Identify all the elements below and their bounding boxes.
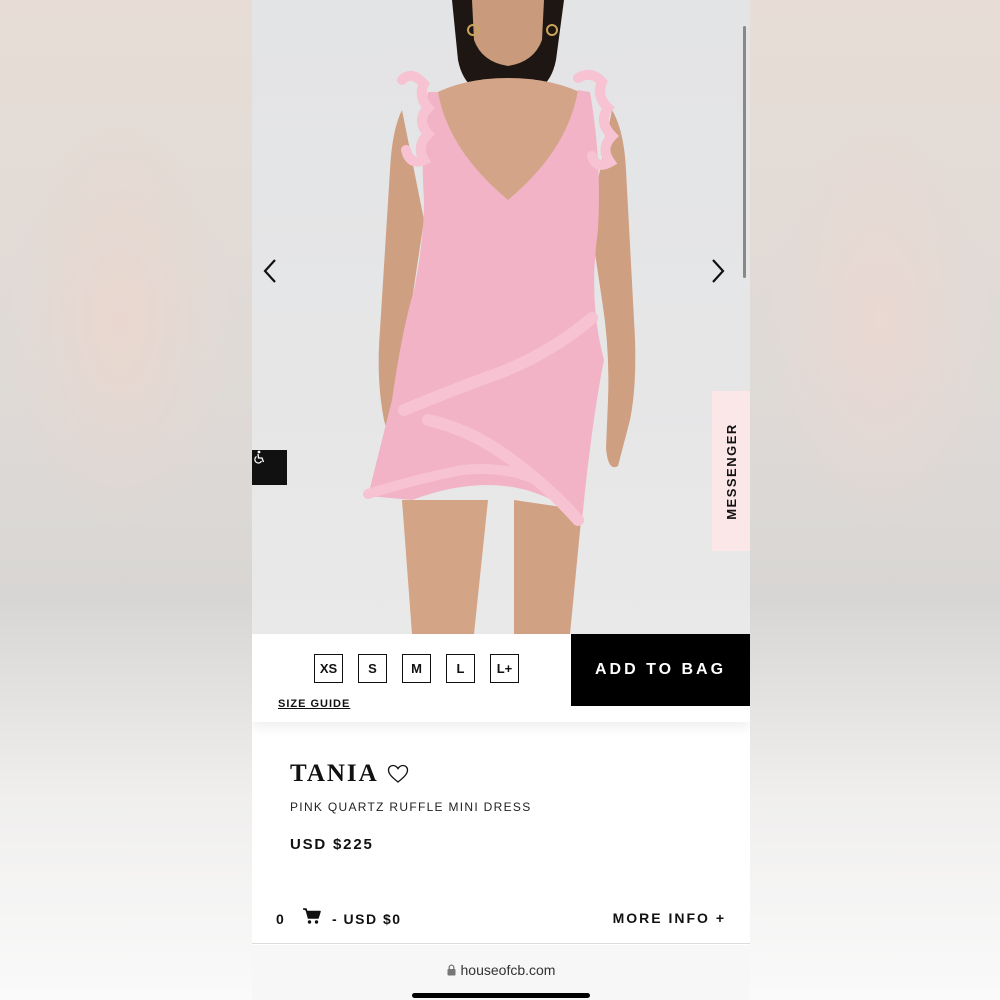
add-to-bag-button[interactable]: ADD TO BAG — [571, 634, 750, 706]
chevron-left-icon — [263, 259, 276, 283]
product-image — [363, 0, 636, 634]
carousel-next-button[interactable] — [710, 258, 740, 292]
more-info-button[interactable]: MORE INFO + — [613, 910, 726, 926]
product-image-carousel[interactable]: MESSENGER — [252, 0, 750, 634]
size-guide-link[interactable]: SIZE GUIDE — [278, 698, 350, 710]
favorite-button[interactable] — [387, 764, 409, 784]
size-options: XS S M L L+ — [314, 654, 519, 683]
phone-screen: MESSENGER XS S M L L+ SIZE GUIDE ADD TO … — [252, 0, 750, 1000]
product-subtitle: PINK QUARTZ RUFFLE MINI DRESS — [290, 800, 532, 814]
size-option-l-plus[interactable]: L+ — [490, 654, 519, 683]
cart-count: 0 — [276, 911, 285, 927]
url-text: houseofcb.com — [460, 962, 556, 978]
accessibility-button[interactable] — [252, 450, 287, 485]
messenger-tab[interactable]: MESSENGER — [712, 391, 750, 551]
product-price: USD $225 — [290, 836, 374, 853]
size-option-l[interactable]: L — [446, 654, 475, 683]
cart-button[interactable] — [302, 907, 322, 930]
cart-icon — [303, 908, 321, 924]
heart-icon — [387, 764, 408, 783]
chevron-right-icon — [712, 259, 725, 283]
lock-icon — [447, 964, 456, 976]
cart-total: - USD $0 — [332, 911, 402, 927]
product-title: TANIA — [290, 760, 379, 787]
size-option-s[interactable]: S — [358, 654, 387, 683]
messenger-label: MESSENGER — [723, 422, 739, 520]
scrollbar[interactable] — [743, 26, 746, 278]
home-indicator[interactable] — [412, 993, 590, 998]
size-option-xs[interactable]: XS — [314, 654, 343, 683]
wheelchair-icon — [254, 450, 265, 464]
url-display[interactable]: houseofcb.com — [252, 962, 750, 978]
product-info: TANIA PINK QUARTZ RUFFLE MINI DRESS USD … — [290, 760, 720, 853]
browser-url-bar[interactable]: houseofcb.com — [252, 945, 750, 1000]
size-selector-bar: XS S M L L+ SIZE GUIDE ADD TO BAG — [252, 634, 750, 722]
carousel-prev-button[interactable] — [262, 258, 292, 292]
cart-summary-bar: 0 - USD $0 MORE INFO + — [252, 896, 750, 944]
size-option-m[interactable]: M — [402, 654, 431, 683]
